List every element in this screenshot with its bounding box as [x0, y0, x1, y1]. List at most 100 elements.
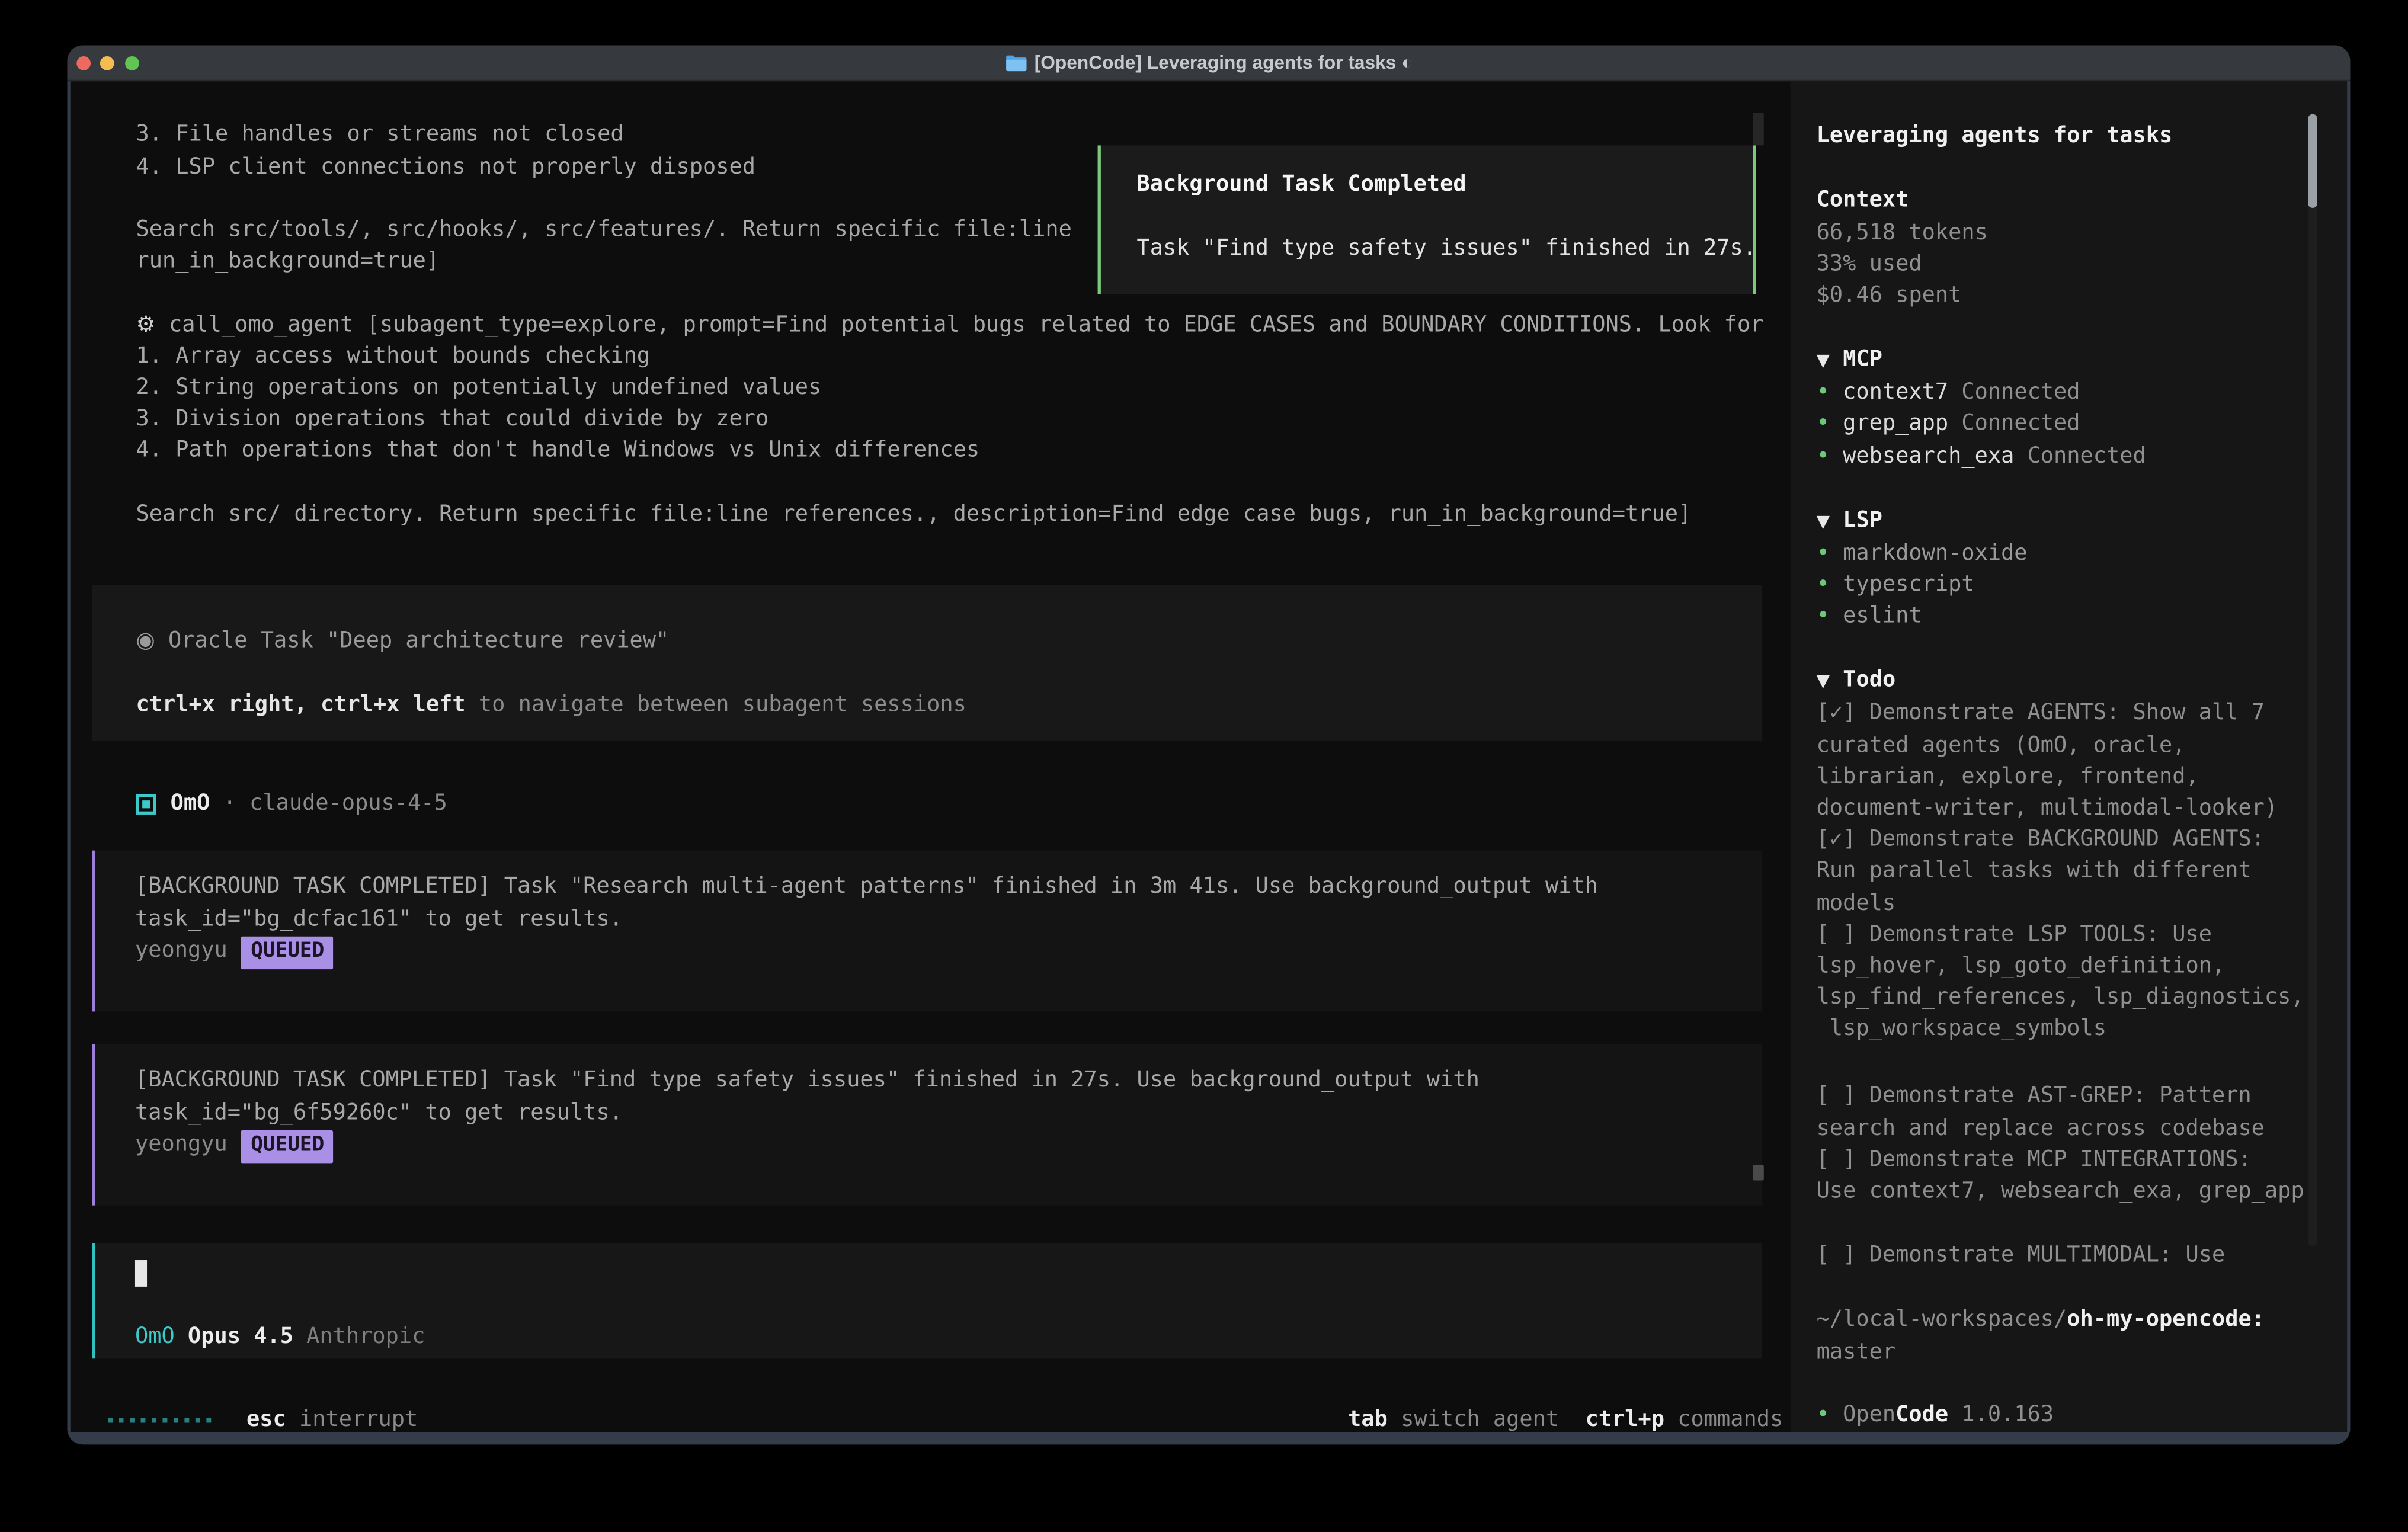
traffic-lights: [76, 56, 138, 70]
mcp-item: • context7 Connected: [1817, 377, 2347, 409]
lsp-section-header[interactable]: ▼ LSP: [1817, 504, 2347, 537]
todo-item-line: librarian, explore, frontend,: [1817, 761, 2347, 793]
mcp-item: • grep_app Connected: [1817, 409, 2347, 440]
session-title: Leveraging agents for tasks: [1817, 121, 2347, 152]
agent-session-header[interactable]: OmO · claude-opus-4-5: [71, 789, 1791, 820]
chat-line: 3. Division operations that could divide…: [71, 403, 1791, 435]
bullet-icon: •: [1817, 1403, 1843, 1428]
todo-item-line: [ ] Demonstrate MCP INTEGRATIONS:: [1817, 1144, 2347, 1175]
todo-item-line: [ ] Demonstrate MULTIMODAL: Use: [1817, 1241, 2347, 1272]
scrollbar-thumb[interactable]: [1754, 113, 1764, 145]
todo-item-line-active: [ ] Demonstrate LSP TOOLS: Use: [1817, 919, 2347, 950]
agent-name: OmO: [171, 789, 210, 820]
zoom-button[interactable]: [124, 56, 139, 70]
todo-item-line-active: lsp_find_references, lsp_diagnostics,: [1817, 982, 2347, 1014]
bullet-icon: •: [1817, 541, 1843, 566]
agent-icon: [136, 794, 156, 814]
window-title: [OpenCode] Leveraging agents for tasks ◐: [1035, 52, 1413, 73]
scrollbar-track[interactable]: [2308, 115, 2317, 1247]
todo-item-line: [✓] Demonstrate BACKGROUND AGENTS:: [1817, 824, 2347, 855]
chat-line: 2. String operations on potentially unde…: [71, 372, 1791, 403]
oracle-task-card[interactable]: ◉ Oracle Task "Deep architecture review"…: [92, 585, 1762, 741]
bullet-icon: •: [1817, 412, 1843, 437]
ctrlp-key-hint: ctrl+p: [1559, 1408, 1664, 1431]
background-task-message[interactable]: [BACKGROUND TASK COMPLETED] Task "Find t…: [92, 1045, 1762, 1206]
workspace-path: ~/local-workspaces/oh-my-opencode:: [1817, 1305, 2347, 1336]
status-bar-right: tab switch agent ctrl+p commands: [1348, 1405, 1783, 1432]
text-cursor: [135, 1261, 148, 1287]
chat-line: 4. Path operations that don't handle Win…: [71, 435, 1791, 467]
task-message-line: task_id="bg_dcfac161" to get results.: [135, 903, 1763, 934]
folder-icon: [1005, 54, 1027, 71]
todo-item-line: Use context7, websearch_exa, grep_app: [1817, 1176, 2347, 1207]
username: yeongyu: [135, 938, 228, 963]
todo-item-line: curated agents (OmO, oracle,: [1817, 729, 2347, 761]
spinner-dots-icon: [108, 1418, 210, 1422]
username: yeongyu: [135, 1132, 228, 1156]
bullet-icon: •: [1817, 604, 1843, 629]
desktop: [OpenCode] Leveraging agents for tasks ◐…: [0, 0, 2408, 1532]
scrollbar-thumb[interactable]: [2308, 115, 2317, 208]
status-badge: QUEUED: [241, 1130, 334, 1163]
terminal-window: [OpenCode] Leveraging agents for tasks ◐…: [67, 46, 2350, 1445]
task-message-meta: yeongyu QUEUED: [135, 934, 1763, 969]
agent-separator: ·: [210, 789, 249, 820]
todo-item-line: [✓] Demonstrate AGENTS: Show all 7: [1817, 698, 2347, 729]
titlebar[interactable]: [OpenCode] Leveraging agents for tasks ◐: [67, 46, 2350, 82]
todo-section-header[interactable]: ▼ Todo: [1817, 665, 2347, 698]
lsp-item: • markdown-oxide: [1817, 537, 2347, 569]
keyboard-shortcut: ctrl+x right, ctrl+x left: [136, 692, 466, 717]
context-heading: Context: [1817, 185, 2347, 216]
oracle-task-title: ◉ Oracle Task "Deep architecture review": [136, 626, 1763, 658]
todo-item-line: search and replace across codebase: [1817, 1113, 2347, 1144]
window-title-group: [OpenCode] Leveraging agents for tasks ◐: [67, 52, 2350, 73]
background-task-message[interactable]: [BACKGROUND TASK COMPLETED] Task "Resear…: [92, 851, 1762, 1012]
lsp-item: • eslint: [1817, 601, 2347, 632]
status-bar: esc interrupt tab switch agent ctrl+p co…: [71, 1405, 1783, 1432]
todo-item-line: models: [1817, 887, 2347, 919]
todo-item-line: [ ] Demonstrate AST-GREP: Pattern: [1817, 1081, 2347, 1113]
notification-body: Task "Find type safety issues" finished …: [1137, 233, 1753, 264]
task-message-line: [BACKGROUND TASK COMPLETED] Task "Resear…: [135, 871, 1763, 903]
oracle-task-hint: ctrl+x right, ctrl+x left to navigate be…: [136, 689, 1763, 720]
tab-key-hint: tab: [1348, 1408, 1388, 1431]
mcp-item: • websearch_exa Connected: [1817, 440, 2347, 472]
git-branch: master: [1817, 1336, 2347, 1367]
input-agent-name: OmO: [135, 1323, 175, 1348]
bullet-icon: •: [1817, 380, 1843, 405]
record-icon: ◉: [136, 629, 155, 654]
app-version: • OpenCode 1.0.163: [1817, 1400, 2347, 1431]
chevron-down-icon: ▼: [1817, 511, 1830, 531]
context-tokens: 66,518 tokens: [1817, 217, 2347, 248]
status-badge: QUEUED: [241, 936, 334, 969]
todo-item-line: document-writer, multimodal-looker): [1817, 793, 2347, 824]
toast-notification[interactable]: Background Task Completed Task "Find typ…: [1098, 146, 1756, 294]
task-message-line: [BACKGROUND TASK COMPLETED] Task "Find t…: [135, 1065, 1763, 1097]
lsp-item: • typescript: [1817, 569, 2347, 601]
bullet-icon: •: [1817, 572, 1843, 597]
todo-item-line: Run parallel tasks with different: [1817, 856, 2347, 887]
todo-item-line-active: lsp_hover, lsp_goto_definition,: [1817, 951, 2347, 982]
scrollbar-thumb[interactable]: [1754, 1165, 1764, 1181]
input-model-name: Opus 4.5: [175, 1323, 293, 1348]
session-sidebar: Leveraging agents for tasks Context 66,5…: [1791, 81, 2347, 1431]
context-spent: $0.46 spent: [1817, 280, 2347, 311]
model-selector[interactable]: OmO Opus 4.5 Anthropic: [135, 1321, 1763, 1352]
esc-key-hint: esc: [246, 1405, 286, 1432]
ctrlp-key-label: commands: [1664, 1408, 1783, 1431]
task-message-meta: yeongyu QUEUED: [135, 1129, 1763, 1164]
tool-call-line: ⚙ call_omo_agent [subagent_type=explore,…: [71, 309, 1791, 340]
close-button[interactable]: [76, 56, 91, 70]
minimize-button[interactable]: [101, 56, 115, 70]
chevron-down-icon: ▼: [1817, 671, 1830, 691]
esc-key-label: interrupt: [286, 1405, 418, 1432]
chevron-down-icon: ▼: [1817, 350, 1830, 370]
mcp-section-header[interactable]: ▼ MCP: [1817, 344, 2347, 377]
terminal-content: 3. File handles or streams not closed 4.…: [71, 81, 2347, 1431]
prompt-input[interactable]: OmO Opus 4.5 Anthropic: [92, 1243, 1762, 1359]
tab-key-label: switch agent: [1388, 1408, 1559, 1431]
todo-item-line-active: lsp_workspace_symbols: [1817, 1014, 2347, 1045]
input-provider: Anthropic: [293, 1323, 425, 1348]
agent-model: claude-opus-4-5: [249, 789, 447, 820]
chat-line: 1. Array access without bounds checking: [71, 341, 1791, 372]
